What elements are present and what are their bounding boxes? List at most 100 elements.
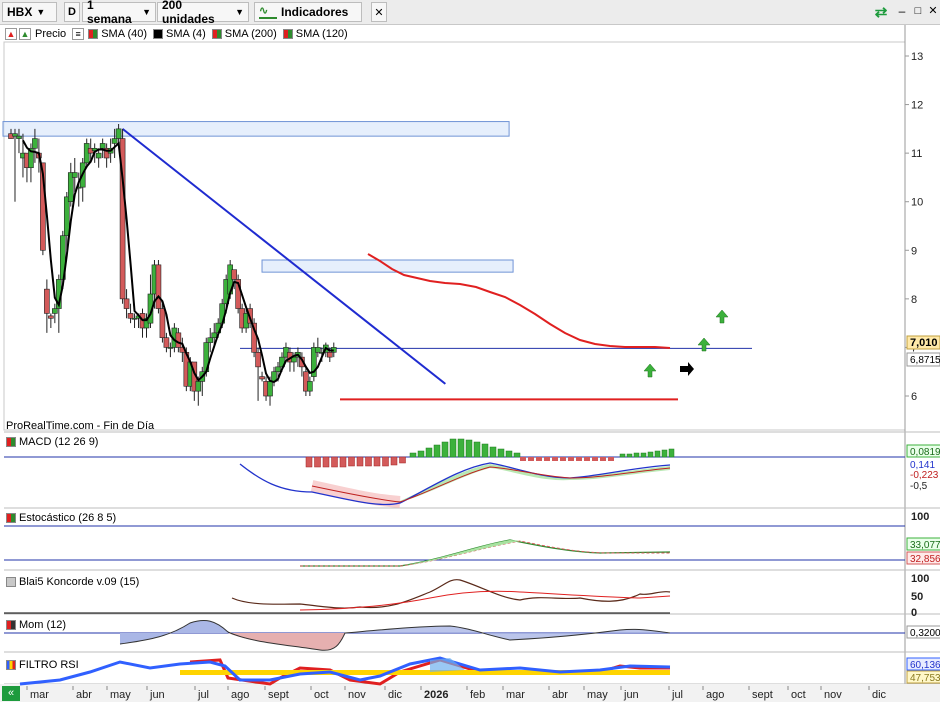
macd-histogram-negative xyxy=(331,456,338,468)
macd-histogram-negative xyxy=(544,457,550,461)
macd-histogram-negative xyxy=(339,456,347,468)
macd-histogram-positive xyxy=(647,451,654,458)
macd-histogram-negative xyxy=(560,457,566,461)
macd-histogram-negative xyxy=(348,456,355,467)
macd-histogram-positive xyxy=(633,452,640,458)
candle-up xyxy=(71,172,78,178)
x-axis-tick-label: dic xyxy=(872,689,887,701)
macd-histogram-positive xyxy=(505,450,513,458)
candle-down xyxy=(48,315,54,319)
momentum-positive-area xyxy=(120,620,228,644)
macd-histogram-negative xyxy=(552,457,558,461)
price-axis-tick-label: 6 xyxy=(911,391,917,403)
macd-histogram-positive xyxy=(661,449,668,458)
second-price-label: 6,8715 xyxy=(910,355,940,366)
macd-histogram-positive xyxy=(654,450,661,458)
candle-up xyxy=(267,381,273,397)
rsi-value: 47,753 xyxy=(910,673,940,684)
candle-down xyxy=(163,337,170,348)
candle-down xyxy=(127,313,134,319)
price-axis-tick-label: 8 xyxy=(911,294,917,306)
macd-histogram-negative xyxy=(373,456,381,467)
rsi-filter-panel-label[interactable]: FILTRO RSI xyxy=(6,659,79,671)
price-axis-tick-label: 13 xyxy=(911,51,923,63)
price-axis-tick-label: 11 xyxy=(911,148,922,160)
macd-histogram-negative xyxy=(568,457,574,461)
macd-histogram-negative xyxy=(608,457,614,461)
x-axis-tick-label: jul xyxy=(197,689,209,701)
x-axis-tick-label: nov xyxy=(348,689,366,701)
macd-histogram-negative xyxy=(356,456,364,467)
macd-line xyxy=(239,462,671,506)
macd-histogram-positive xyxy=(465,439,473,458)
stochastic-axis-tick: 100 xyxy=(911,511,929,523)
x-axis-tick-label: dic xyxy=(388,689,403,701)
macd-histogram-positive xyxy=(619,453,626,458)
data-credit: ProRealTime.com - Fin de Día xyxy=(6,420,155,432)
macd-histogram-negative xyxy=(584,457,590,461)
candle-down xyxy=(159,308,166,339)
candle-up xyxy=(99,143,106,149)
momentum-positive-area xyxy=(345,626,670,640)
macd-histogram-positive xyxy=(417,450,425,458)
stochastic-k-line xyxy=(300,539,671,567)
momentum-panel-label[interactable]: Mom (12) xyxy=(6,619,67,631)
rsi-value: 60,136 xyxy=(910,660,940,671)
candle-down xyxy=(326,351,333,358)
x-axis-tick-label: jul xyxy=(671,689,683,701)
candle-up xyxy=(63,196,70,237)
price-axis-tick-label: 12 xyxy=(911,100,923,112)
stochastic-value: 33,077 xyxy=(910,540,940,551)
macd-axis-tick: -0,5 xyxy=(910,481,928,492)
macd-histogram-positive xyxy=(626,453,633,458)
candle-up xyxy=(195,381,202,392)
candle-up xyxy=(275,366,281,373)
x-axis-tick-label: oct xyxy=(791,689,806,701)
x-axis-tick-label: sept xyxy=(268,689,289,701)
last-price-label: 7,010 xyxy=(910,337,938,349)
macd-histogram-positive xyxy=(497,448,505,458)
candle-down xyxy=(44,288,50,314)
x-axis-tick-label: ago xyxy=(231,689,249,701)
koncorde-brown-line xyxy=(231,579,671,609)
candle-down xyxy=(255,351,261,368)
candle-up xyxy=(32,138,38,149)
price-chart[interactable]: 1312111098767,0106,87150,08190,141-0,223… xyxy=(0,0,940,702)
stochastic-swatch xyxy=(6,513,16,523)
candle-down xyxy=(175,332,182,348)
macd-histogram-negative xyxy=(399,456,406,464)
momentum-swatch xyxy=(6,620,16,630)
macd-histogram-negative xyxy=(390,456,398,466)
x-axis-tick-label: feb xyxy=(470,689,485,701)
x-axis-tick-label: mar xyxy=(506,689,525,701)
x-axis-tick-label: ago xyxy=(706,689,724,701)
macd-value: 0,0819 xyxy=(910,447,940,458)
macd-histogram-positive xyxy=(433,444,441,458)
x-axis-tick-label: mar xyxy=(30,689,49,701)
macd-histogram-negative xyxy=(576,457,582,461)
macd-histogram-negative xyxy=(305,456,313,468)
candle-down xyxy=(259,376,265,380)
x-axis-tick-label: oct xyxy=(314,689,329,701)
momentum-value: 0,3200 xyxy=(910,628,940,639)
koncorde-label: Blai5 Koncorde v.09 (15) xyxy=(19,576,140,588)
candle-down xyxy=(123,298,130,309)
x-axis-tick-label: may xyxy=(110,689,131,701)
stochastic-d-line xyxy=(300,540,670,567)
momentum-label: Mom (12) xyxy=(19,619,67,631)
stochastic-panel-label[interactable]: Estocástico (26 8 5) xyxy=(6,512,117,524)
x-axis-tick-label: abr xyxy=(76,689,92,701)
resistance-zone xyxy=(2,121,510,137)
macd-histogram-positive xyxy=(473,441,481,458)
candle-up xyxy=(115,128,122,139)
macd-histogram-positive xyxy=(409,452,417,458)
macd-histogram-negative xyxy=(322,456,330,468)
scroll-left-button[interactable]: « xyxy=(2,686,20,701)
macd-histogram-positive xyxy=(425,447,433,458)
price-axis-tick-label: 9 xyxy=(911,245,917,257)
macd-histogram-positive xyxy=(489,446,497,458)
macd-label: MACD (12 26 9) xyxy=(19,436,99,448)
macd-panel-label[interactable]: MACD (12 26 9) xyxy=(6,436,99,448)
koncorde-panel-label[interactable]: Blai5 Koncorde v.09 (15) xyxy=(6,576,140,588)
koncorde-swatch xyxy=(6,577,16,587)
